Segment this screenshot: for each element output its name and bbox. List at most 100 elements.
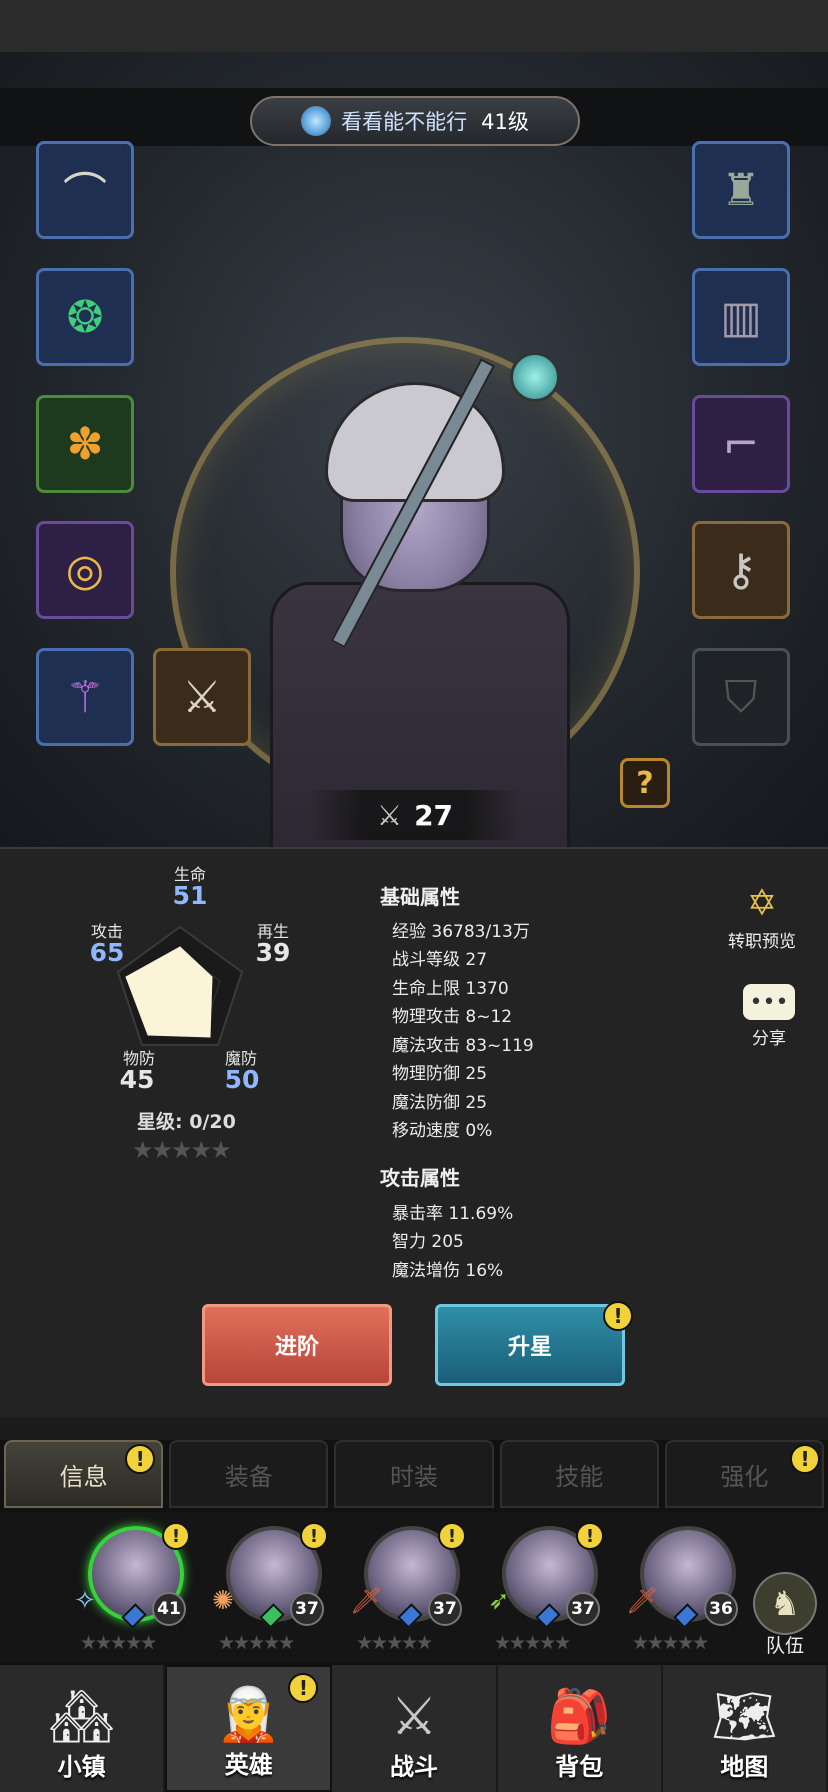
attr-crit: 暴击率 11.69% xyxy=(392,1204,514,1224)
nav-town-label: 小镇 xyxy=(57,1753,106,1781)
slot-boots[interactable]: ⌐ xyxy=(692,395,790,493)
roster-hero-4[interactable]: ➶ 37 ! ★★★★★ xyxy=(488,1522,604,1656)
helmet-icon: ⌒ xyxy=(63,169,107,220)
town-icon: 🏘 xyxy=(48,1687,115,1747)
hero-stars: ★★★★★ xyxy=(80,1632,157,1654)
attr-max-hp: 生命上限 1370 xyxy=(392,979,509,999)
combat-power: ⚔ 27 xyxy=(310,790,520,840)
top-status-bar xyxy=(0,0,828,52)
tab-equipment[interactable]: 装备 xyxy=(169,1440,329,1508)
chat-bubble-icon: ••• xyxy=(741,982,797,1022)
job-preview-button[interactable]: ✡ 转职预览 xyxy=(728,881,796,953)
attr-int: 智力 205 xyxy=(392,1232,464,1252)
wand-icon: ⚚ xyxy=(65,671,105,723)
radar-regen-value: 39 xyxy=(255,938,291,967)
nav-heroes[interactable]: 🧝 英雄 ! xyxy=(165,1665,333,1792)
job-star-icon: ✡ xyxy=(746,882,778,924)
tab-info[interactable]: 信息 ! xyxy=(4,1440,164,1508)
amulet-icon: ❂ xyxy=(66,291,104,343)
slot-locked-ring[interactable]: ⚷ xyxy=(692,521,790,619)
nav-bag[interactable]: 🎒 背包 xyxy=(498,1665,663,1792)
slot-offhand[interactable]: ⚔ xyxy=(153,648,251,746)
hero-level-badge: 37 xyxy=(428,1592,462,1626)
star-up-alert-icon: ! xyxy=(603,1301,633,1331)
star-up-button[interactable]: 升星 xyxy=(435,1304,625,1386)
nav-battle[interactable]: ⚔ 战斗 xyxy=(332,1665,498,1792)
bottom-nav: 🏘 小镇 🧝 英雄 ! ⚔ 战斗 🎒 背包 🗺 地图 xyxy=(0,1662,828,1792)
slot-weapon[interactable]: ⚚ xyxy=(36,648,134,746)
nav-heroes-alert-icon: ! xyxy=(288,1673,319,1703)
hero-alert-icon: ! xyxy=(576,1522,604,1550)
weapon-icon: ➶ xyxy=(488,1586,510,1616)
attr-exp: 经验 36783/13万 xyxy=(392,922,530,942)
pants-icon: ▥ xyxy=(720,291,762,343)
empty-shield-icon: ⛉ xyxy=(724,671,758,723)
hero-name-plate: 看看能不能行 41级 xyxy=(250,96,580,146)
hero-portrait xyxy=(230,352,610,847)
armor-icon: ♜ xyxy=(721,164,761,216)
charm-icon: ✽ xyxy=(66,418,104,470)
team-button[interactable]: ♞ 队伍 xyxy=(748,1572,822,1658)
roster-hero-2[interactable]: ✺ 37 ! ★★★★★ xyxy=(212,1522,328,1656)
tab-skills-label: 技能 xyxy=(555,1462,604,1491)
roster-hero-3[interactable]: 🗡 37 ! ★★★★★ xyxy=(350,1522,466,1656)
radar-pdef-value: 45 xyxy=(119,1065,155,1094)
slot-amulet[interactable]: ❂ xyxy=(36,268,134,366)
hero-stars: ★★★★★ xyxy=(356,1632,433,1654)
nav-map[interactable]: 🗺 地图 xyxy=(663,1665,828,1792)
roster-hero-5[interactable]: 🗡 36 ★★★★★ xyxy=(626,1526,742,1656)
stats-panel: 生命 51 再生 39 攻击 65 物防 45 魔防 50 星级: 0/20 ★… xyxy=(0,847,828,1417)
slot-armor[interactable]: ♜ xyxy=(692,141,790,239)
battle-swords-icon: ⚔ xyxy=(390,1687,438,1747)
weapon-icon: ✺ xyxy=(212,1586,234,1616)
share-label: 分享 xyxy=(752,1029,786,1049)
hero-level-badge: 41 xyxy=(152,1592,186,1626)
hero-roster: ✧ 41 ! ★★★★★ ✺ 37 ! ★★★★★ 🗡 37 ! ★★★★★ ➶… xyxy=(0,1512,828,1662)
ring-icon: ◎ xyxy=(65,544,105,596)
hero-tabs: 信息 ! 装备 时装 技能 强化 ! xyxy=(0,1440,828,1512)
job-preview-label: 转职预览 xyxy=(728,932,796,952)
attack-attrs-title: 攻击属性 xyxy=(380,1166,460,1190)
attr-mag-dmg: 魔法增伤 16% xyxy=(392,1261,504,1281)
boots-icon: ⌐ xyxy=(722,418,760,470)
slot-helmet[interactable]: ⌒ xyxy=(36,141,134,239)
advance-button[interactable]: 进阶 xyxy=(202,1304,392,1386)
hero-alert-icon: ! xyxy=(300,1522,328,1550)
tab-equipment-label: 装备 xyxy=(224,1462,273,1491)
attr-move-speed: 移动速度 0% xyxy=(392,1121,493,1141)
nav-battle-label: 战斗 xyxy=(390,1753,438,1781)
help-button[interactable]: ? xyxy=(620,758,670,808)
tab-enhance[interactable]: 强化 ! xyxy=(664,1440,825,1508)
slot-pants[interactable]: ▥ xyxy=(692,268,790,366)
attr-battle-level: 战斗等级 27 xyxy=(392,950,488,970)
star-level-label: 星级: 0/20 xyxy=(137,1111,236,1133)
share-button[interactable]: ••• 分享 xyxy=(741,982,797,1049)
crossed-swords-icon: ⚔ xyxy=(376,798,403,832)
hero-stars: ★★★★★ xyxy=(632,1632,709,1654)
tab-enhance-alert-icon: ! xyxy=(790,1444,821,1474)
hero-alert-icon: ! xyxy=(438,1522,466,1550)
tab-fashion-label: 时装 xyxy=(390,1462,438,1491)
star-rating: ★★★★★ xyxy=(132,1136,232,1164)
locked-ring-icon: ⚷ xyxy=(724,544,758,596)
tab-skills[interactable]: 技能 xyxy=(499,1440,659,1508)
class-wand-icon xyxy=(301,106,332,136)
hero-level-badge: 36 xyxy=(704,1592,738,1626)
tab-info-label: 信息 xyxy=(59,1462,108,1491)
basic-attrs-title: 基础属性 xyxy=(380,885,460,909)
hero-level-badge: 37 xyxy=(290,1592,324,1626)
slot-charm[interactable]: ✽ xyxy=(36,395,134,493)
weapon-icon: ✧ xyxy=(74,1586,96,1616)
map-icon: 🗺 xyxy=(711,1687,778,1747)
weapon-icon: 🗡 xyxy=(626,1586,660,1616)
nav-town[interactable]: 🏘 小镇 xyxy=(0,1665,166,1792)
radar-life-value: 51 xyxy=(172,881,208,910)
tab-fashion[interactable]: 时装 xyxy=(334,1440,494,1508)
nav-bag-label: 背包 xyxy=(555,1753,604,1781)
team-label: 队伍 xyxy=(765,1635,804,1657)
roster-hero-1[interactable]: ✧ 41 ! ★★★★★ xyxy=(74,1522,190,1656)
slot-ring[interactable]: ◎ xyxy=(36,521,134,619)
slot-empty[interactable]: ⛉ xyxy=(692,648,790,746)
hero-level-badge: 37 xyxy=(566,1592,600,1626)
claw-icon: ⚔ xyxy=(182,671,222,723)
